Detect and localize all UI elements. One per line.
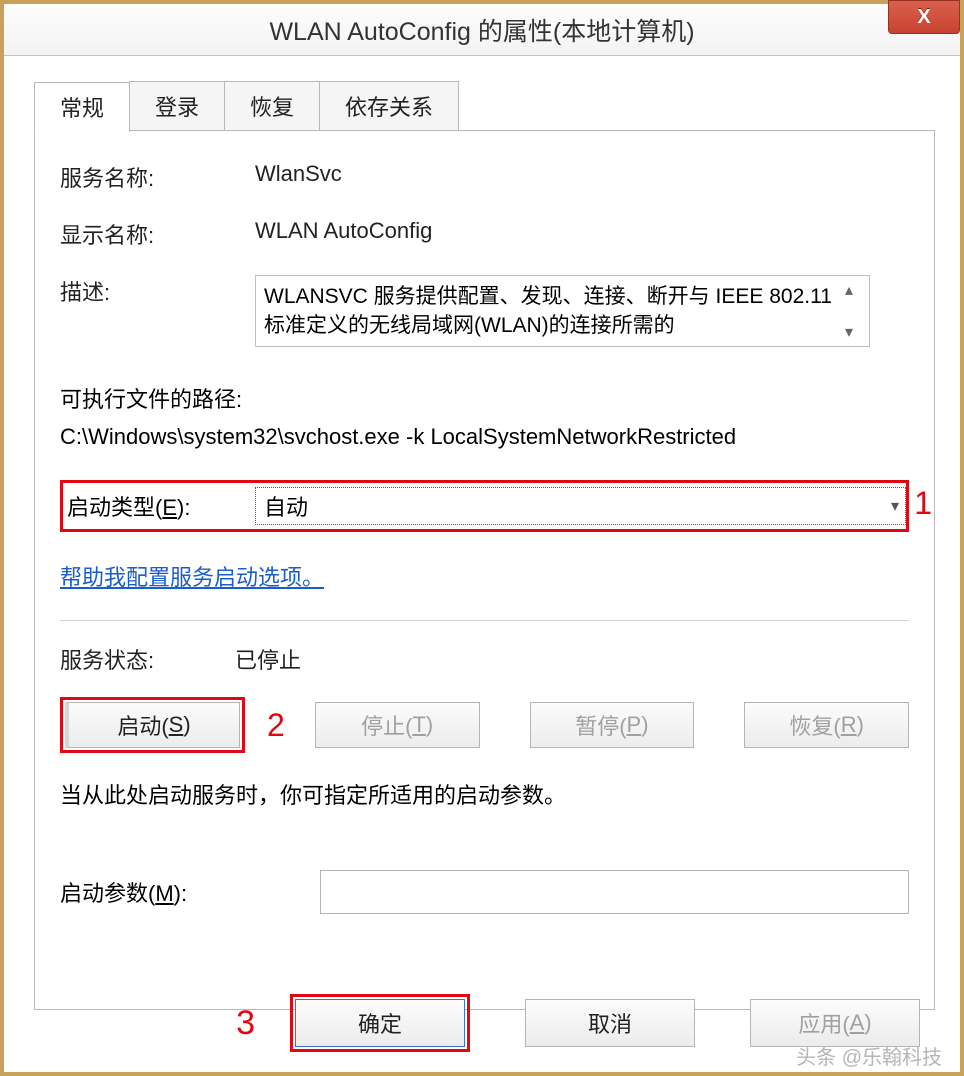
- close-button[interactable]: X: [888, 0, 960, 34]
- startup-type-highlight: 启动类型(E): 自动 ▾ 1: [60, 480, 909, 532]
- description-scrollbar[interactable]: ▴ ▾: [837, 282, 861, 340]
- scroll-down-icon[interactable]: ▾: [841, 324, 857, 340]
- service-name-value: WlanSvc: [255, 161, 342, 187]
- service-status-label: 服务状态:: [60, 643, 235, 675]
- titlebar: WLAN AutoConfig 的属性(本地计算机) X: [4, 4, 960, 56]
- exe-path-value: C:\Windows\system32\svchost.exe -k Local…: [60, 424, 909, 450]
- dialog-footer: 3 确定 取消 应用(A): [4, 994, 960, 1052]
- chevron-down-icon: ▾: [891, 496, 899, 516]
- start-params-note: 当从此处启动服务时，你可指定所适用的启动参数。: [60, 778, 909, 810]
- annotation-2: 2: [267, 707, 285, 744]
- tab-general[interactable]: 常规: [34, 82, 130, 132]
- scroll-up-icon[interactable]: ▴: [841, 282, 857, 298]
- tabpanel-general: 服务名称: WlanSvc 显示名称: WLAN AutoConfig 描述: …: [34, 130, 935, 1010]
- pause-button: 暂停(P): [530, 702, 695, 748]
- tabstrip: 常规 登录 恢复 依存关系: [34, 81, 960, 131]
- stop-button: 停止(T): [315, 702, 480, 748]
- exe-path-label: 可执行文件的路径:: [60, 382, 909, 414]
- annotation-3: 3: [236, 1004, 255, 1043]
- close-icon: X: [917, 6, 930, 29]
- help-link[interactable]: 帮助我配置服务启动选项。: [60, 565, 324, 590]
- description-box: WLANSVC 服务提供配置、发现、连接、断开与 IEEE 802.11 标准定…: [255, 275, 870, 347]
- ok-button[interactable]: 确定: [295, 999, 465, 1047]
- service-status-value: 已停止: [235, 643, 301, 675]
- separator: [60, 620, 909, 621]
- start-button-highlight: 启动(S): [60, 697, 245, 753]
- start-button[interactable]: 启动(S): [65, 702, 240, 748]
- startup-type-label: 启动类型(E):: [67, 490, 255, 522]
- ok-button-highlight: 确定: [290, 994, 470, 1052]
- display-name-value: WLAN AutoConfig: [255, 218, 432, 244]
- properties-dialog: WLAN AutoConfig 的属性(本地计算机) X 常规 登录 恢复 依存…: [0, 0, 964, 1076]
- tab-logon[interactable]: 登录: [129, 81, 225, 131]
- annotation-1: 1: [914, 485, 932, 522]
- window-title: WLAN AutoConfig 的属性(本地计算机): [4, 12, 960, 48]
- description-text: WLANSVC 服务提供配置、发现、连接、断开与 IEEE 802.11 标准定…: [264, 282, 837, 340]
- display-name-label: 显示名称:: [60, 218, 255, 250]
- tab-recovery[interactable]: 恢复: [224, 81, 320, 131]
- tab-dependencies[interactable]: 依存关系: [319, 81, 459, 131]
- start-params-input[interactable]: [320, 870, 909, 914]
- service-name-label: 服务名称:: [60, 161, 255, 193]
- resume-button: 恢复(R): [744, 702, 909, 748]
- startup-type-select[interactable]: 自动 ▾: [255, 487, 906, 525]
- description-label: 描述:: [60, 275, 255, 307]
- start-params-label: 启动参数(M):: [60, 876, 320, 908]
- startup-type-value: 自动: [264, 490, 308, 522]
- cancel-button[interactable]: 取消: [525, 999, 695, 1047]
- apply-button: 应用(A): [750, 999, 920, 1047]
